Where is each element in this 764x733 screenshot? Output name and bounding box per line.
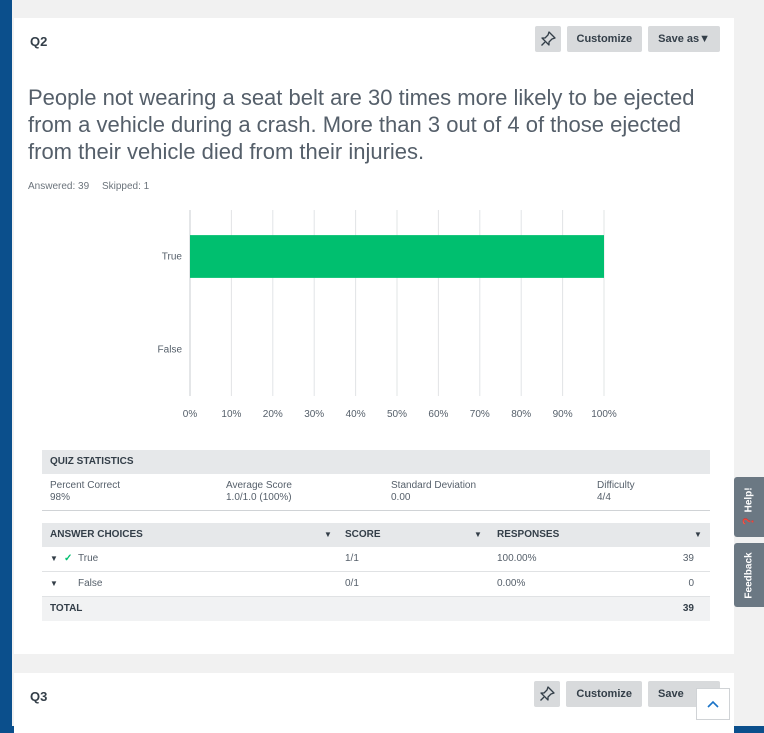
pin-button[interactable] xyxy=(534,681,561,707)
x-tick-label: 70% xyxy=(470,409,490,420)
stat-difficulty: Difficulty 4/4 xyxy=(597,480,635,504)
scroll-to-top-button[interactable] xyxy=(696,688,730,720)
sort-caret-icon[interactable]: ▼ xyxy=(474,523,482,547)
question-toolbar: Customize Save xyxy=(534,681,720,707)
stat-standard-deviation: Standard Deviation 0.00 xyxy=(391,480,476,504)
answer-score: 0/1 xyxy=(345,578,359,589)
answer-table-header: ANSWER CHOICES ▼ SCORE ▼ RESPONSES ▼ xyxy=(42,523,710,547)
quiz-statistics: QUIZ STATISTICS Percent Correct 98% Aver… xyxy=(42,450,710,511)
correct-check-icon: ✓ xyxy=(64,553,73,564)
response-counts: Answered: 39 Skipped: 1 xyxy=(28,181,159,192)
chevron-up-icon xyxy=(707,700,719,708)
category-label: True xyxy=(162,252,183,263)
question-card-q2: Q2 Customize Save as▼ People not wearing… xyxy=(14,18,734,654)
bar-chart: 0% 10% 20% 30% 40% 50% 60% 70% 80% 90% 100% True Fal… xyxy=(14,210,734,428)
answer-choices-table: ANSWER CHOICES ▼ SCORE ▼ RESPONSES ▼ ▼ ✓… xyxy=(42,523,710,621)
stat-label: Difficulty xyxy=(597,480,635,491)
save-as-button[interactable]: Save as▼ xyxy=(648,26,720,52)
answer-count: 39 xyxy=(682,553,694,564)
stat-value: 1.0/1.0 (100%) xyxy=(226,492,292,503)
stat-label: Standard Deviation xyxy=(391,480,477,491)
pin-button[interactable] xyxy=(534,26,561,52)
x-tick-label: 80% xyxy=(511,409,531,420)
x-tick-label: 90% xyxy=(553,409,573,420)
answer-score: 1/1 xyxy=(345,553,359,564)
feedback-tab-label: Feedback xyxy=(743,551,755,599)
x-tick-label: 0% xyxy=(183,409,198,420)
answer-percent: 0.00% xyxy=(497,578,526,589)
x-tick-label: 30% xyxy=(304,409,324,420)
stat-value: 0.00 xyxy=(391,492,411,503)
question-toolbar: Customize Save as▼ xyxy=(534,26,720,52)
answer-count: 0 xyxy=(688,578,694,589)
sort-caret-icon[interactable]: ▼ xyxy=(324,523,332,547)
answer-choice: True xyxy=(78,553,99,564)
expand-caret-icon[interactable]: ▼ xyxy=(50,572,58,596)
help-tab[interactable]: ❓ Help! xyxy=(734,477,764,537)
pin-icon xyxy=(540,31,556,46)
answer-choice: False xyxy=(78,578,103,589)
results-page: Q2 Customize Save as▼ People not wearing… xyxy=(12,0,764,733)
answered-count: Answered: 39 xyxy=(28,181,90,192)
question-number: Q2 xyxy=(30,34,48,49)
table-row[interactable]: ▼ False 0/1 0.00% 0 xyxy=(42,572,710,597)
customize-button[interactable]: Customize xyxy=(566,681,642,707)
table-total-row: TOTAL 39 xyxy=(42,597,710,621)
x-tick-label: 100% xyxy=(591,409,617,420)
stat-value: 98% xyxy=(50,492,71,503)
column-header-responses[interactable]: RESPONSES xyxy=(497,523,559,547)
stat-label: Average Score xyxy=(226,480,292,491)
x-tick-label: 10% xyxy=(221,409,241,420)
answer-percent: 100.00% xyxy=(497,553,537,564)
question-number: Q3 xyxy=(30,689,48,704)
stat-percent-correct: Percent Correct 98% xyxy=(50,480,120,504)
chart-svg: 0% 10% 20% 30% 40% 50% 60% 70% 80% 90% 100% True Fal… xyxy=(158,210,617,420)
help-label-text: Help! xyxy=(743,486,755,512)
help-tab-label: ❓ Help! xyxy=(743,486,755,528)
category-label: False xyxy=(158,345,183,356)
sort-caret-icon[interactable]: ▼ xyxy=(694,523,702,547)
quiz-statistics-heading: QUIZ STATISTICS xyxy=(42,450,710,474)
pin-icon xyxy=(540,686,556,701)
x-tick-label: 40% xyxy=(346,409,366,420)
stat-label: Percent Correct xyxy=(50,480,121,491)
bar-true xyxy=(190,235,604,278)
x-tick-label: 20% xyxy=(263,409,283,420)
total-count: 39 xyxy=(682,603,694,614)
total-label: TOTAL xyxy=(50,603,83,614)
x-tick-label: 60% xyxy=(428,409,448,420)
customize-button[interactable]: Customize xyxy=(566,26,643,52)
column-header-answer-choices[interactable]: ANSWER CHOICES xyxy=(50,523,143,547)
stat-value: 4/4 xyxy=(597,492,611,503)
expand-caret-icon[interactable]: ▼ xyxy=(50,547,58,571)
question-text: People not wearing a seat belt are 30 ti… xyxy=(28,85,695,164)
quiz-statistics-values: Percent Correct 98% Average Score 1.0/1.… xyxy=(42,474,710,511)
question-card-q3: Q3 Customize Save xyxy=(14,673,734,733)
column-header-score[interactable]: SCORE xyxy=(345,523,381,547)
table-row[interactable]: ▼ ✓ True 1/1 100.00% 39 xyxy=(42,547,710,572)
feedback-tab[interactable]: Feedback xyxy=(734,543,764,607)
x-tick-label: 50% xyxy=(387,409,407,420)
skipped-count: Skipped: 1 xyxy=(101,181,150,192)
stat-average-score: Average Score 1.0/1.0 (100%) xyxy=(226,480,292,504)
